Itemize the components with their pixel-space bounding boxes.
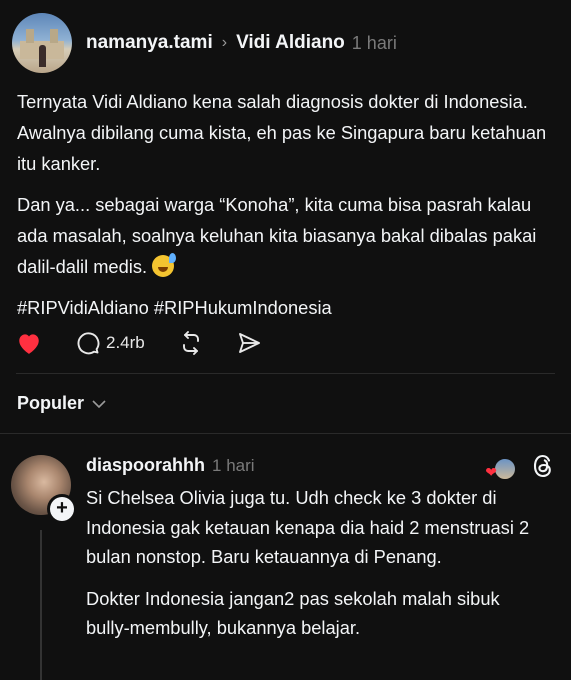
heart-icon — [19, 334, 39, 354]
post-meta: namanya.tami › Vidi Aldiano 1 hari — [86, 32, 397, 54]
action-bar: 2.4rb — [16, 330, 295, 356]
repost-icon — [182, 331, 199, 355]
post-time: 1 hari — [351, 32, 397, 53]
post-paragraph: Dan ya... sebagai warga “Konoha”, kita c… — [17, 194, 537, 277]
reply-paragraph: Si Chelsea Olivia juga tu. Udh check ke … — [86, 487, 530, 567]
comment-button[interactable]: 2.4rb — [76, 331, 145, 355]
repost-button[interactable] — [179, 331, 203, 355]
liked-by-author-heart-icon: ❤ — [485, 464, 497, 480]
sort-dropdown[interactable]: Populer — [17, 393, 106, 414]
reply-body: Si Chelsea Olivia juga tu. Udh check ke … — [86, 483, 546, 655]
author-username[interactable]: namanya.tami — [86, 32, 213, 54]
reply-indicators: ❤ — [485, 453, 555, 484]
follow-plus-icon[interactable]: + — [50, 497, 74, 521]
chevron-down-icon — [92, 393, 106, 414]
post-header: namanya.tami › Vidi Aldiano 1 hari — [12, 12, 397, 74]
thread-line — [40, 530, 42, 680]
reply-meta: diaspoorahhh 1 hari — [86, 455, 255, 476]
divider — [0, 433, 571, 434]
reply-username[interactable]: diaspoorahhh — [86, 455, 205, 476]
chevron-right-icon: › — [221, 34, 228, 51]
grinning-sweat-emoji-icon — [152, 253, 177, 277]
post-body: Ternyata Vidi Aldiano kena salah diagnos… — [17, 86, 557, 333]
divider — [16, 373, 555, 374]
share-icon — [238, 333, 260, 353]
threads-logo-icon[interactable] — [531, 453, 555, 484]
reply-time: 1 hari — [212, 455, 255, 475]
post-paragraph: Ternyata Vidi Aldiano kena salah diagnos… — [17, 91, 547, 174]
comment-count: 2.4rb — [106, 333, 145, 352]
comment-icon — [77, 332, 100, 355]
share-button[interactable] — [237, 331, 261, 355]
reply-to-username[interactable]: Vidi Aldiano — [236, 32, 345, 54]
post-hashtags[interactable]: #RIPVidiAldiano #RIPHukumIndonesia — [17, 292, 557, 323]
like-button[interactable] — [16, 331, 42, 355]
reply-paragraph: Dokter Indonesia jangan2 pas sekolah mal… — [86, 587, 500, 639]
author-avatar[interactable] — [12, 13, 72, 73]
sort-label: Populer — [17, 393, 85, 413]
